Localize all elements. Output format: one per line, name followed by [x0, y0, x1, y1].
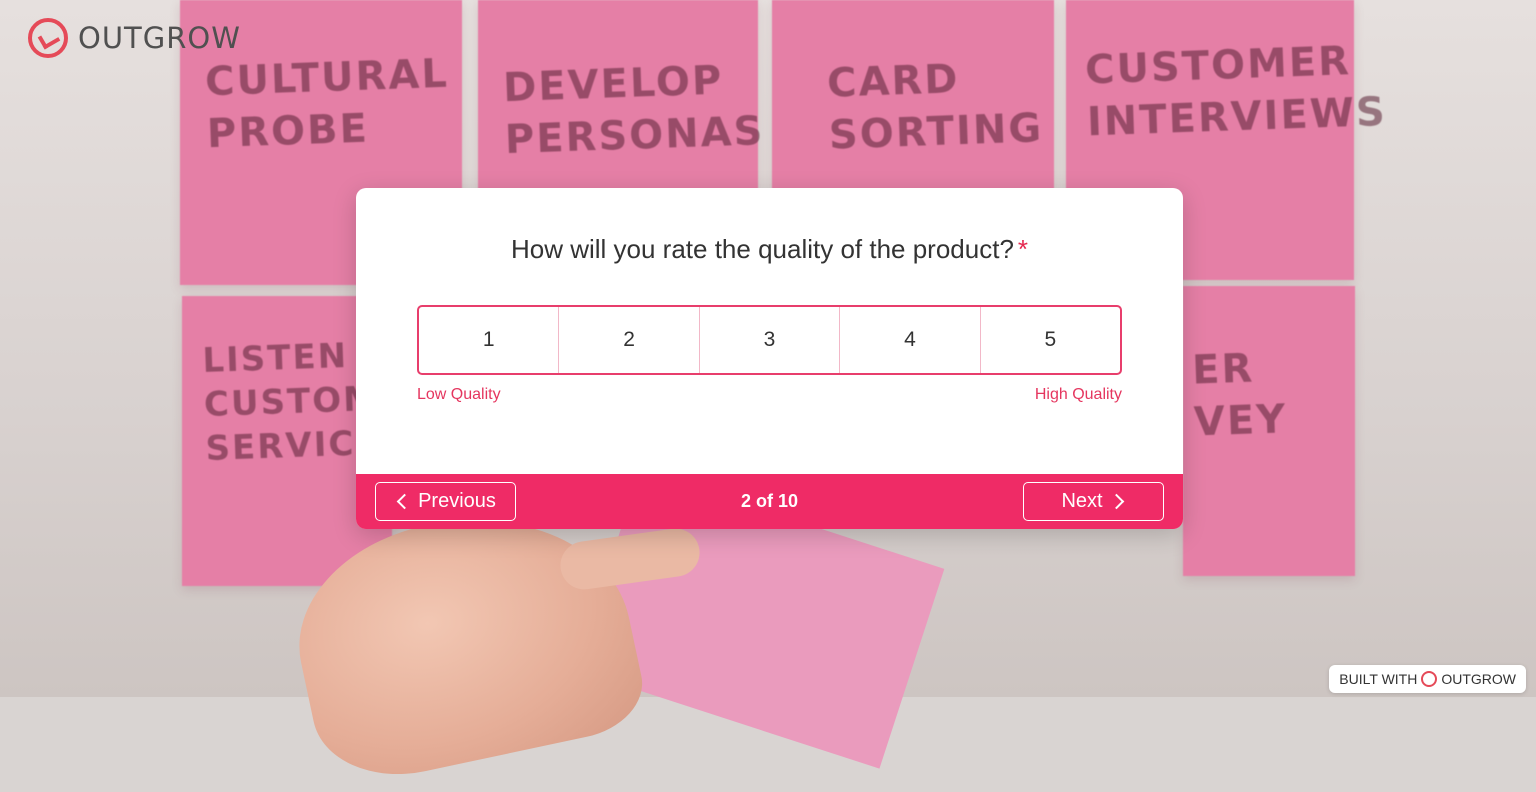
outgrow-logo-icon — [1421, 671, 1438, 687]
scale-high-label: High Quality — [1034, 386, 1122, 403]
progress-indicator: 2 of 10 — [740, 491, 799, 511]
next-button[interactable]: Next — [1023, 482, 1164, 521]
badge-brand: OUTGROW — [1441, 671, 1516, 687]
previous-button-label: Previous — [418, 490, 496, 512]
brand-name: OUTGROW — [78, 21, 241, 55]
rating-option-1[interactable]: 1 — [419, 307, 558, 373]
rating-option-4[interactable]: 4 — [839, 307, 979, 373]
question-card: How will you rate the quality of the pro… — [356, 188, 1183, 529]
rating-option-2[interactable]: 2 — [558, 307, 698, 373]
rating-option-3[interactable]: 3 — [698, 307, 839, 373]
sticky-note: DEVELOP PERSONAS — [478, 0, 765, 190]
card-footer: Previous 2 of 10 Next — [356, 474, 1183, 529]
sticky-note: CARD SORTING — [772, 0, 1054, 190]
question-text: How will you rate the quality of the pro… — [510, 234, 1014, 264]
brand-logo[interactable]: OUTGROW — [28, 18, 241, 58]
previous-button[interactable]: Previous — [375, 482, 516, 521]
rating-option-5[interactable]: 5 — [979, 307, 1120, 373]
next-button-label: Next — [1061, 490, 1103, 512]
badge-prefix: BUILT WITH — [1339, 671, 1418, 687]
outgrow-logo-icon — [28, 18, 68, 58]
question-title: How will you rate the quality of the pro… — [356, 234, 1183, 265]
sticky-note: ER VEY — [1183, 286, 1355, 576]
built-with-badge[interactable]: BUILT WITH OUTGROW — [1329, 665, 1526, 693]
chevron-left-icon — [396, 493, 413, 510]
required-marker: * — [1017, 234, 1029, 264]
scale-low-label: Low Quality — [417, 386, 501, 403]
rating-scale: 1 2 3 4 5 — [417, 305, 1122, 375]
chevron-right-icon — [1108, 493, 1124, 510]
